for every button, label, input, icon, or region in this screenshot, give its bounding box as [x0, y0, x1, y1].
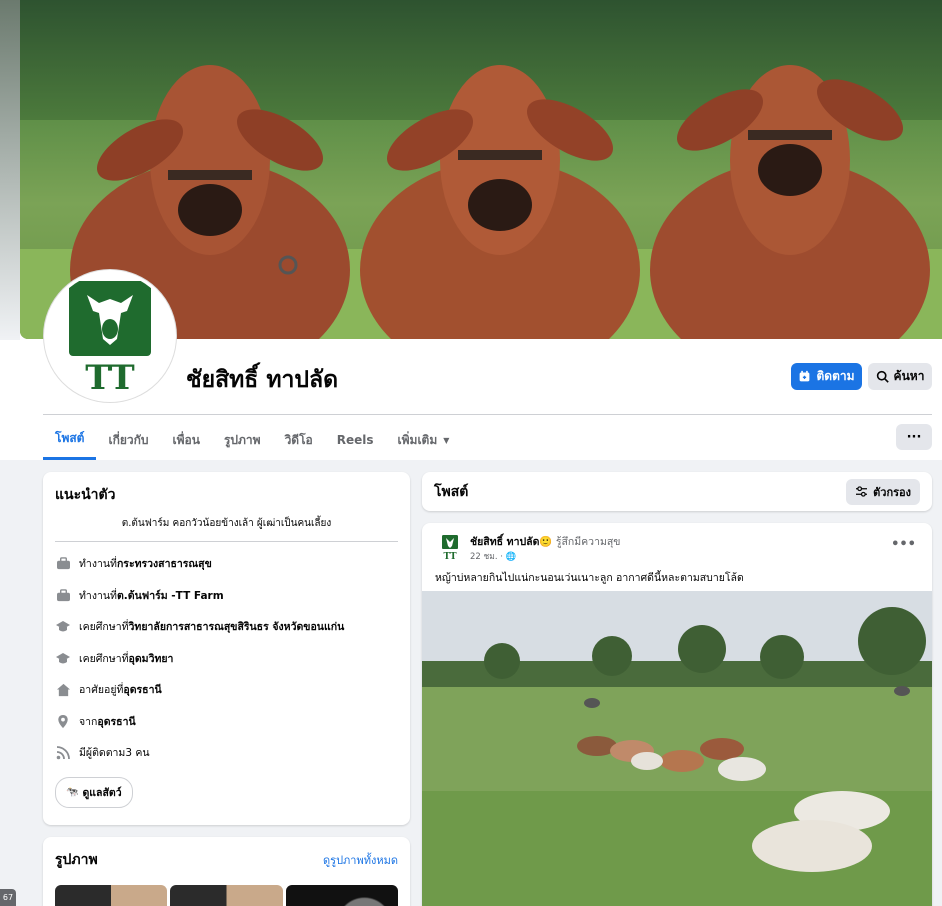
profile-name: ชัยสิทธิ์ ทาปลัด [186, 367, 339, 393]
post-image[interactable] [422, 591, 932, 906]
filter-icon [856, 486, 868, 497]
intro-item-lives: อาศัยอยู่ที่ อุดรธานี [55, 674, 398, 706]
intro-item-prefix: เคยศึกษาที่ [79, 621, 129, 634]
cow-image [650, 65, 930, 339]
intro-item-value[interactable]: วิทยาลัยการสาธารณสุขสิรินธร จังหวัดขอนแก… [129, 618, 345, 635]
svg-text:TT: TT [443, 552, 456, 561]
intro-item-value[interactable]: ต.ต้นฟาร์ม -TT Farm [117, 587, 224, 604]
follow-button[interactable]: ติดตาม [791, 363, 862, 390]
hobby-chip-label: ดูแลสัตว์ [82, 786, 122, 799]
tt-farm-logo: TT [47, 273, 173, 399]
posts-header: โพสต์ ตัวกรอง [422, 472, 932, 511]
tab-photos[interactable]: รูปภาพ [212, 420, 273, 460]
tab-label: เพิ่มเติม [397, 432, 438, 447]
tab-label: เพื่อน [172, 432, 200, 447]
search-label: ค้นหา [893, 369, 925, 383]
graduation-cap-icon [55, 619, 71, 635]
globe-icon: 🌐 [505, 552, 517, 562]
follow-label: ติดตาม [816, 369, 855, 383]
post-author-line: ชัยสิทธิ์ ทาปลัด🙂 รู้สึกมีความสุข [470, 533, 620, 550]
cow-icon: 🐄 [66, 786, 79, 798]
avatar-logo-text: TT [85, 358, 134, 398]
intro-item-value[interactable]: อุดรธานี [123, 681, 161, 698]
filter-button[interactable]: ตัวกรอง [846, 478, 920, 505]
tab-label: รูปภาพ [223, 432, 261, 447]
post-text: หญ้าบ่หลายกินไปแน่กะนอนเว่นเนาะลูก อากาศ… [435, 572, 744, 584]
posts-title: โพสต์ [434, 483, 469, 500]
intro-title: แนะนำตัว [55, 487, 116, 503]
intro-item-value[interactable]: อุดมวิทยา [129, 650, 174, 667]
photo-thumbnail[interactable] [170, 885, 283, 906]
tab-about[interactable]: เกี่ยวกับ [96, 420, 160, 460]
intro-item-followers: มีผู้ติดตาม 3 คน [55, 737, 398, 769]
post-feeling: 🙂 รู้สึกมีความสุข [539, 536, 621, 548]
tab-more[interactable]: เพิ่มเติม ▼ [386, 420, 462, 460]
intro-bio: ต.ต้นฟาร์ม คอกวัวน้อยข้างเล้า ผู้เฒ่าเป็… [55, 516, 398, 542]
intro-item-prefix: อาศัยอยู่ที่ [79, 684, 124, 697]
intro-item-prefix: เคยศึกษาที่ [79, 652, 129, 665]
intro-item-prefix: ทำงานที่ [79, 558, 117, 571]
intro-item-education: เคยศึกษาที่ วิทยาลัยการสาธารณสุขสิรินธร … [55, 611, 398, 643]
post-time-text: 22 ชม. · [470, 552, 506, 562]
search-button[interactable]: ค้นหา [868, 363, 932, 390]
photo-thumbnail[interactable] [285, 885, 398, 906]
home-icon [55, 682, 71, 698]
caret-down-icon: ▼ [443, 435, 450, 445]
intro-card: แนะนำตัว ต.ต้นฟาร์ม คอกวัวน้อยข้างเล้า ผ… [43, 472, 410, 825]
cover-photo[interactable] [20, 0, 942, 339]
intro-item-value[interactable]: 3 คน [125, 744, 149, 761]
intro-item-work: ทำงานที่ ต.ต้นฟาร์ม -TT Farm [55, 580, 398, 612]
intro-item-value[interactable]: อุดรธานี [97, 713, 135, 730]
intro-item-work: ทำงานที่ กระทรวงสาธารณสุข [55, 548, 398, 580]
rss-icon [55, 745, 71, 761]
header-divider [43, 414, 932, 415]
cow-image [360, 65, 640, 339]
graduation-cap-icon [55, 650, 71, 666]
follow-icon [800, 370, 810, 382]
tab-friends[interactable]: เพื่อน [161, 420, 212, 460]
intro-item-prefix: ทำงานที่ [79, 589, 117, 602]
search-icon [876, 370, 889, 383]
tab-label: เกี่ยวกับ [108, 432, 149, 447]
tab-videos[interactable]: วิดีโอ [273, 420, 325, 460]
tt-farm-logo: TT [442, 535, 458, 561]
briefcase-icon [55, 587, 71, 603]
intro-item-value[interactable]: กระทรวงสาธารณสุข [117, 555, 212, 572]
filter-label: ตัวกรอง [873, 485, 911, 499]
profile-avatar[interactable]: TT [44, 270, 176, 402]
post-timestamp[interactable]: 22 ชม. · 🌐 [470, 549, 516, 563]
intro-item-education: เคยศึกษาที่ อุดมวิทยา [55, 643, 398, 675]
photos-card: รูปภาพ ดูรูปภาพทั้งหมด [43, 837, 410, 906]
profile-tabs: โพสต์ เกี่ยวกับ เพื่อน รูปภาพ วิดีโอ Ree… [43, 420, 461, 460]
photo-thumbnail[interactable] [55, 885, 168, 906]
page-edge [0, 0, 20, 340]
location-pin-icon [55, 713, 71, 729]
post-author-name[interactable]: ชัยสิทธิ์ ทาปลัด [470, 536, 539, 548]
side-badge: 67 [0, 889, 16, 906]
hobby-chip[interactable]: 🐄 ดูแลสัตว์ [55, 776, 133, 808]
more-options-button[interactable]: ··· [896, 424, 932, 450]
tab-label: โพสต์ [55, 431, 85, 445]
post-options-button[interactable]: ••• [891, 537, 916, 552]
intro-item-prefix: มีผู้ติดตาม [79, 747, 126, 760]
see-all-photos-link[interactable]: ดูรูปภาพทั้งหมด [323, 851, 398, 869]
post-author-avatar[interactable]: TT [436, 533, 464, 561]
briefcase-icon [55, 556, 71, 572]
tab-label: วิดีโอ [284, 432, 313, 447]
post-card: TT ชัยสิทธิ์ ทาปลัด🙂 รู้สึกมีความสุข 22 … [422, 523, 932, 906]
tab-reels[interactable]: Reels [325, 420, 386, 460]
intro-item-from: จาก อุดรธานี [55, 706, 398, 738]
photos-title: รูปภาพ [55, 852, 98, 868]
intro-item-prefix: จาก [79, 715, 98, 728]
tab-label: Reels [336, 433, 374, 447]
tab-posts[interactable]: โพสต์ [43, 420, 97, 460]
